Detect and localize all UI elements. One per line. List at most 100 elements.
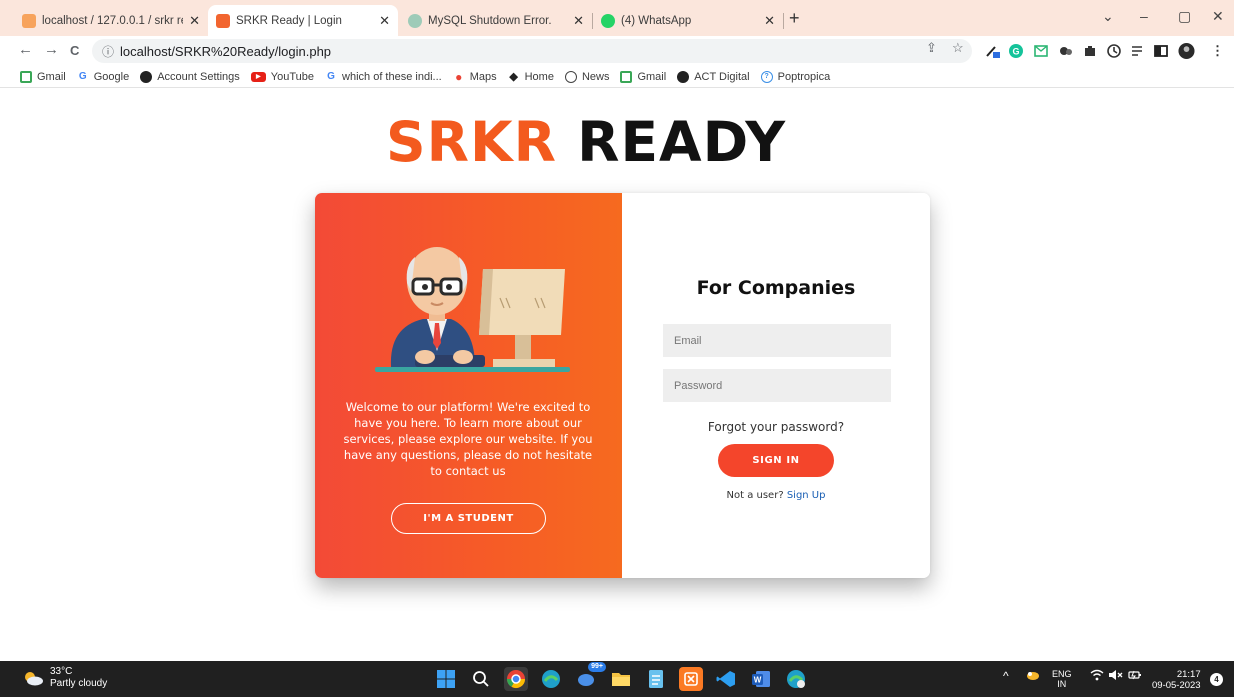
tab-title: MySQL Shutdown Error.	[428, 14, 552, 27]
share-icon[interactable]: ⇪	[926, 40, 937, 56]
pen-extension-icon[interactable]	[984, 42, 1001, 59]
bookmarks-bar: Gmail G Google Account Settings ▶ YouTub…	[0, 66, 1234, 88]
profile-avatar[interactable]	[1178, 42, 1195, 59]
windows-taskbar: 33°C Partly cloudy 99+ W ^ ENG IN 21:17 …	[0, 661, 1234, 697]
bookmark-maps[interactable]: ● Maps	[453, 69, 497, 84]
tab-mysql-error[interactable]: MySQL Shutdown Error. ✕	[400, 5, 592, 36]
im-a-student-button[interactable]: I'M A STUDENT	[391, 503, 546, 534]
bookmark-home[interactable]: ◆ Home	[508, 70, 554, 84]
word-icon[interactable]: W	[749, 667, 773, 691]
wifi-icon[interactable]	[1090, 669, 1104, 684]
youtube-icon: ▶	[250, 71, 266, 82]
close-tab-icon[interactable]: ✕	[379, 13, 390, 29]
xampp-icon	[216, 13, 230, 28]
bookmark-gmail[interactable]: Gmail	[20, 70, 66, 83]
bookmark-account-settings[interactable]: Account Settings	[140, 70, 240, 83]
bookmark-star-icon[interactable]: ☆	[952, 40, 964, 56]
bookmark-label: Google	[93, 70, 130, 83]
bookmark-label: ACT Digital	[694, 70, 750, 83]
clock[interactable]: 21:17 09-05-2023	[1152, 669, 1201, 691]
forgot-password-link[interactable]: Forgot your password?	[622, 420, 930, 434]
email-input[interactable]	[663, 324, 891, 357]
chrome-menu-icon[interactable]: ⋮	[1209, 42, 1226, 59]
weather-widget[interactable]: 33°C Partly cloudy	[22, 666, 107, 690]
close-tab-icon[interactable]: ✕	[189, 13, 200, 29]
address-text: localhost/SRKR%20Ready/login.php	[120, 43, 332, 59]
temperature: 33°C	[50, 666, 73, 677]
bookmark-youtube[interactable]: ▶ YouTube	[250, 70, 315, 83]
mail-check-icon[interactable]	[1032, 42, 1049, 59]
logo-part-ready: READY	[577, 110, 787, 174]
minimize-button[interactable]: –	[1140, 8, 1148, 24]
gmail-icon	[620, 70, 633, 83]
sign-in-button[interactable]: SIGN IN	[718, 444, 834, 477]
tab-srkr-login[interactable]: SRKR Ready | Login ✕	[208, 5, 398, 36]
bookmark-label: YouTube	[270, 70, 315, 83]
new-tab-button[interactable]: +	[789, 8, 800, 29]
reload-button[interactable]: C	[70, 43, 79, 58]
grammarly-icon[interactable]: G	[1007, 42, 1024, 59]
tab-title: (4) WhatsApp	[621, 14, 692, 27]
notification-count-badge[interactable]: 4	[1210, 673, 1223, 686]
address-bar[interactable]: ⓘ localhost/SRKR%20Ready/login.php	[92, 39, 972, 63]
search-icon[interactable]	[469, 667, 493, 691]
bookmark-label: Poptropica	[777, 70, 831, 83]
close-tab-icon[interactable]: ✕	[764, 13, 775, 29]
file-explorer-icon[interactable]	[609, 667, 633, 691]
weather-description: Partly cloudy	[50, 678, 108, 689]
poptropica-icon: ?	[760, 70, 773, 83]
not-a-user-text: Not a user?	[726, 490, 784, 501]
bookmark-news[interactable]: News	[564, 70, 609, 83]
chrome-icon[interactable]	[504, 667, 528, 691]
tab-phpmyadmin[interactable]: localhost / 127.0.0.1 / srkr ready ✕	[14, 5, 208, 36]
maps-icon: ●	[455, 69, 463, 84]
login-card: Welcome to our platform! We're excited t…	[315, 193, 930, 578]
bookmark-google[interactable]: G Google	[77, 71, 129, 83]
password-input[interactable]	[663, 369, 891, 402]
battery-icon[interactable]	[1128, 669, 1142, 684]
tab-separator	[783, 13, 784, 29]
edge-icon[interactable]	[539, 667, 563, 691]
game-extension-icon[interactable]	[1057, 42, 1074, 59]
gmail-icon	[20, 70, 32, 83]
volume-muted-icon[interactable]	[1108, 669, 1124, 684]
tab-search-icon[interactable]: ⌄	[1102, 8, 1114, 25]
language-indicator[interactable]: ENG IN	[1052, 669, 1072, 689]
puzzle-extensions-icon[interactable]	[1081, 42, 1098, 59]
bookmark-poptropica[interactable]: ? Poptropica	[760, 70, 831, 83]
bookmark-label: which of these indi...	[342, 70, 442, 83]
bookmark-act-digital[interactable]: ACT Digital	[677, 70, 750, 83]
page-content: SRKR READY Welcome to our platform! We'r…	[0, 89, 1234, 661]
bookmark-gmail-2[interactable]: Gmail	[620, 70, 666, 83]
notepad-icon[interactable]	[644, 667, 668, 691]
bookmark-label: Gmail	[37, 70, 66, 83]
whatsapp-icon	[601, 13, 615, 28]
not-a-user-row: Not a user? Sign Up	[622, 490, 930, 501]
bookmark-google-search[interactable]: G which of these indi...	[325, 71, 442, 83]
teams-chat-icon[interactable]: 99+	[574, 662, 606, 691]
close-window-button[interactable]: ✕	[1212, 8, 1224, 25]
phpmyadmin-icon	[22, 13, 36, 28]
tab-whatsapp[interactable]: (4) WhatsApp ✕	[593, 5, 783, 36]
xampp-icon[interactable]	[679, 667, 703, 691]
notification-badge: 99+	[588, 662, 606, 672]
tray-overflow-chevron[interactable]: ^	[1003, 669, 1009, 683]
grad-cap-icon: ◆	[509, 71, 518, 83]
reading-list-icon[interactable]	[1129, 42, 1146, 59]
site-info-icon[interactable]: ⓘ	[102, 43, 114, 60]
back-button[interactable]: ←	[18, 41, 33, 58]
region-code: IN	[1057, 679, 1067, 689]
form-title: For Companies	[696, 277, 856, 299]
side-panel-icon[interactable]	[1152, 42, 1169, 59]
maximize-button[interactable]: ▢	[1178, 8, 1191, 25]
forward-button[interactable]: →	[44, 41, 59, 58]
sign-up-link[interactable]: Sign Up	[787, 490, 826, 501]
windows-start-icon[interactable]	[434, 667, 458, 691]
edge-profile-icon[interactable]	[784, 667, 808, 691]
welcome-message: Welcome to our platform! We're excited t…	[343, 400, 593, 478]
history-icon[interactable]	[1105, 42, 1122, 59]
tray-app-icon[interactable]	[1026, 669, 1040, 684]
close-tab-icon[interactable]: ✕	[573, 13, 584, 29]
vscode-icon[interactable]	[714, 667, 738, 691]
bookmark-label: Home	[524, 70, 554, 83]
